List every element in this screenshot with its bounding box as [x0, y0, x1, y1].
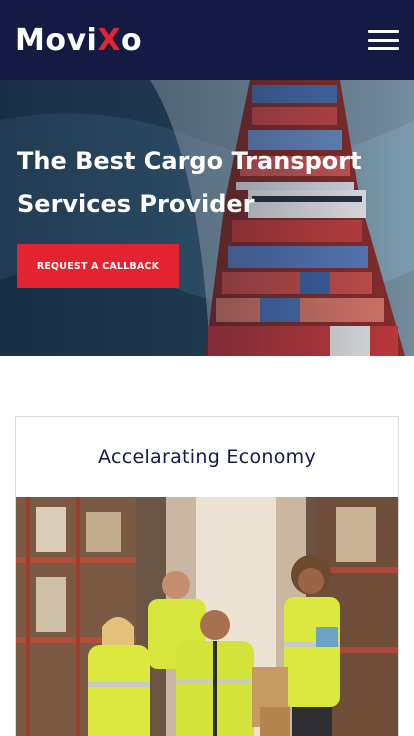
hero-banner: The Best Cargo Transport Services Provid… — [0, 80, 414, 356]
card-title: Accelarating Economy — [98, 446, 316, 468]
menu-bar-bottom — [368, 47, 399, 50]
menu-bar-top — [368, 30, 399, 33]
request-callback-button[interactable]: REQUEST A CALLBACK — [17, 244, 179, 288]
warehouse-workers-image — [16, 497, 398, 736]
logo-text-part1: Movi — [15, 22, 98, 58]
logo-text-accent: X — [97, 22, 121, 58]
hamburger-menu-icon[interactable] — [368, 30, 399, 50]
logo-text-part2: o — [120, 22, 143, 58]
feature-card[interactable]: Accelarating Economy — [15, 416, 399, 736]
logo[interactable]: Movi Xo — [15, 23, 142, 58]
site-header: Movi Xo — [0, 0, 414, 80]
hero-title: The Best Cargo Transport Services Provid… — [17, 147, 362, 218]
menu-bar-middle — [368, 38, 399, 42]
